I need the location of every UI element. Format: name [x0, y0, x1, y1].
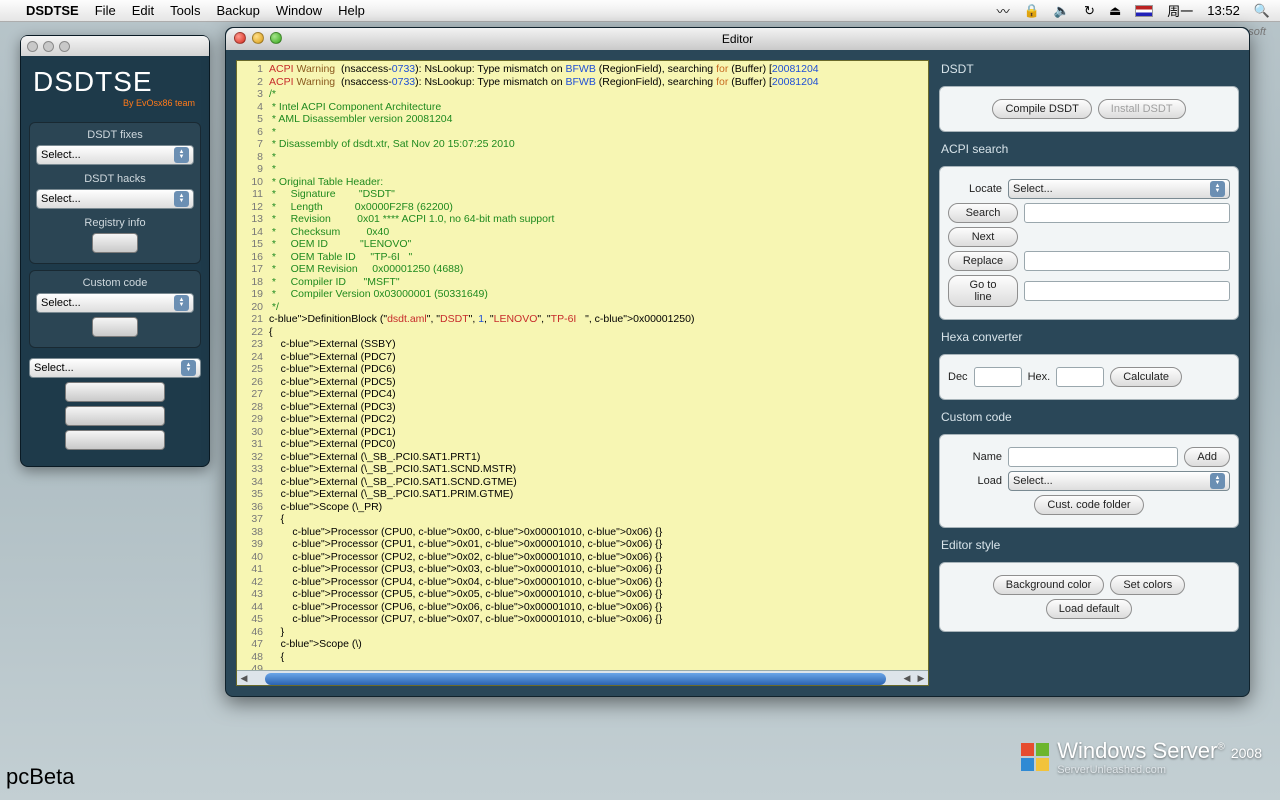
bottom-button-3[interactable] [65, 430, 165, 450]
name-input[interactable] [1008, 447, 1178, 467]
next-button[interactable]: Next [948, 227, 1018, 247]
loaddefault-button[interactable]: Load default [1046, 599, 1133, 619]
search-button[interactable]: Search [948, 203, 1018, 223]
line-gutter: 1234567891011121314151617181920212223242… [237, 61, 267, 686]
clock-day: 周一 [1167, 1, 1193, 20]
custom-select[interactable]: Select...▲▼ [36, 293, 194, 313]
tool-titlebar[interactable] [21, 36, 209, 56]
acpi-title: ACPI search [941, 142, 1239, 156]
code-editor[interactable]: 1234567891011121314151617181920212223242… [236, 60, 929, 686]
horizontal-scrollbar[interactable]: ◀ ◀ ▶ [237, 670, 928, 686]
es-panel: Background color Set colors Load default [939, 562, 1239, 632]
dec-input[interactable] [974, 367, 1022, 387]
replace-button[interactable]: Replace [948, 251, 1018, 271]
add-button[interactable]: Add [1184, 447, 1230, 467]
bottom-button-2[interactable] [65, 406, 165, 426]
scroll-right-icon[interactable]: ▶ [914, 672, 928, 685]
menu-file[interactable]: File [95, 3, 116, 18]
custom-label: Custom code [36, 277, 194, 289]
search-input[interactable] [1024, 203, 1230, 223]
load-label: Load [948, 475, 1002, 487]
install-button[interactable]: Install DSDT [1098, 99, 1186, 119]
bottom-button-1[interactable] [65, 382, 165, 402]
hex-panel: Dec Hex. Calculate [939, 354, 1239, 400]
windows-server-logo: Windows Server® 2008 ServerUnleashed.com [1021, 738, 1262, 776]
hex-input[interactable] [1056, 367, 1104, 387]
registry-button[interactable] [92, 233, 138, 253]
volume-icon[interactable]: 🔈 [1054, 3, 1070, 19]
hacks-label: DSDT hacks [36, 173, 194, 185]
eject-icon[interactable]: ⏏ [1109, 3, 1121, 19]
menu-backup[interactable]: Backup [216, 3, 259, 18]
app-name[interactable]: DSDTSE [26, 3, 79, 18]
hex-label: Hex. [1028, 371, 1051, 383]
timemachine-icon[interactable]: ↻ [1084, 3, 1095, 19]
replace-input[interactable] [1024, 251, 1230, 271]
close-icon[interactable] [27, 41, 38, 52]
cc-panel: Name Add Load Select...▲▼ Cust. code folde… [939, 434, 1239, 528]
lock-icon[interactable]: 🔒 [1024, 3, 1040, 19]
scroll-left2-icon[interactable]: ◀ [900, 672, 914, 685]
dec-label: Dec [948, 371, 968, 383]
custom-button[interactable] [92, 317, 138, 337]
fixes-label: DSDT fixes [36, 129, 194, 141]
gotoline-input[interactable] [1024, 281, 1230, 301]
minimize-icon[interactable] [252, 32, 264, 44]
zoom-icon[interactable] [59, 41, 70, 52]
dsdt-panel: Compile DSDT Install DSDT [939, 86, 1239, 132]
code-content[interactable]: ACPI Warning (nsaccess-0733): NsLookup: … [269, 63, 928, 663]
menu-help[interactable]: Help [338, 3, 365, 18]
folder-button[interactable]: Cust. code folder [1034, 495, 1143, 515]
menu-edit[interactable]: Edit [132, 3, 154, 18]
input-flag-icon[interactable] [1135, 5, 1153, 17]
hex-title: Hexa converter [941, 330, 1239, 344]
menu-tools[interactable]: Tools [170, 3, 200, 18]
tool-window: DSDTSE By EvOsx86 team DSDT fixes Select… [20, 35, 210, 467]
editor-window: Editor 123456789101112131415161718192021… [225, 27, 1250, 697]
name-label: Name [948, 451, 1002, 463]
bgcolor-button[interactable]: Background color [993, 575, 1105, 595]
editor-titlebar[interactable]: Editor [226, 28, 1249, 50]
locate-label: Locate [948, 183, 1002, 195]
scroll-left-icon[interactable]: ◀ [237, 672, 251, 685]
logo: DSDTSE [25, 60, 205, 98]
editor-title: Editor [722, 32, 753, 46]
setcolors-button[interactable]: Set colors [1110, 575, 1185, 595]
menu-window[interactable]: Window [276, 3, 322, 18]
spotlight-icon[interactable]: 🔍 [1254, 3, 1270, 19]
pcbeta-watermark: pcBeta [6, 764, 75, 790]
dsdt-title: DSDT [941, 62, 1239, 76]
es-title: Editor style [941, 538, 1239, 552]
bottom-select[interactable]: Select...▲▼ [29, 358, 201, 378]
load-select[interactable]: Select...▲▼ [1008, 471, 1230, 491]
cc-title: Custom code [941, 410, 1239, 424]
clock-time: 13:52 [1207, 3, 1240, 18]
locate-select[interactable]: Select...▲▼ [1008, 179, 1230, 199]
close-icon[interactable] [234, 32, 246, 44]
zoom-icon[interactable] [270, 32, 282, 44]
scroll-thumb[interactable] [265, 673, 886, 685]
windows-flag-icon [1021, 743, 1049, 771]
registry-label: Registry info [36, 217, 194, 229]
menubar: DSDTSE File Edit Tools Backup Window Hel… [0, 0, 1280, 22]
logo-subtitle: By EvOsx86 team [25, 98, 205, 116]
compile-button[interactable]: Compile DSDT [992, 99, 1091, 119]
hacks-select[interactable]: Select...▲▼ [36, 189, 194, 209]
acpi-panel: Locate Select...▲▼ Search Next Replace G… [939, 166, 1239, 320]
scripts-icon[interactable]: 〰 [997, 1, 1010, 20]
minimize-icon[interactable] [43, 41, 54, 52]
fixes-select[interactable]: Select...▲▼ [36, 145, 194, 165]
calculate-button[interactable]: Calculate [1110, 367, 1182, 387]
gotoline-button[interactable]: Go to line [948, 275, 1018, 307]
